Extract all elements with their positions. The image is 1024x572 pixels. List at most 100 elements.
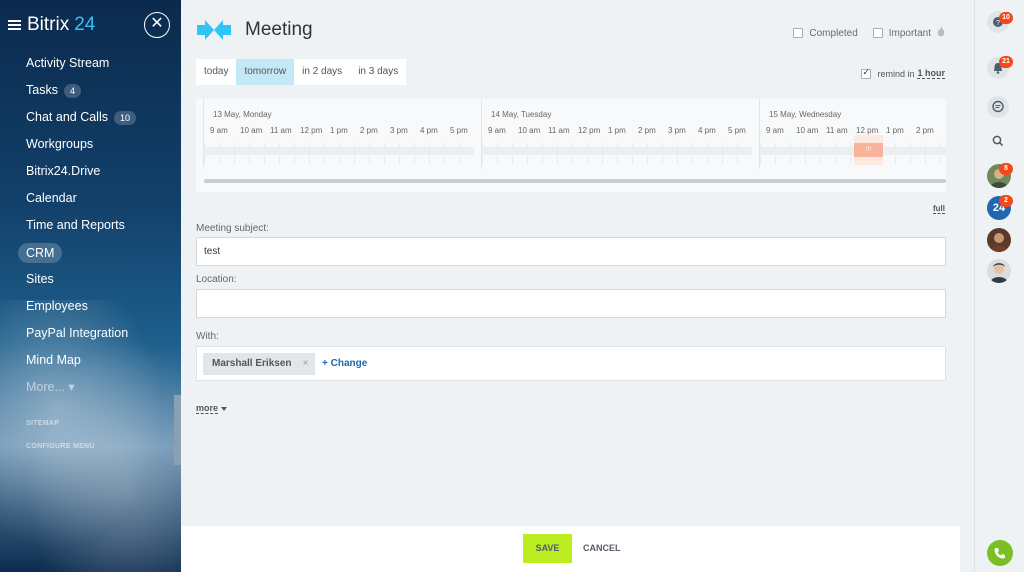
hour-label: 11 am	[270, 126, 292, 135]
nav-item-label: More... ▾	[26, 380, 75, 394]
nav-item-sites[interactable]: Sites	[0, 266, 181, 293]
phone-icon	[994, 548, 1005, 559]
checkbox-icon[interactable]	[872, 28, 883, 38]
change-attendees-link[interactable]: + Change	[322, 358, 367, 369]
hour-label: 12 pm	[300, 126, 323, 135]
planner-hours: 9 am 10 am 11 am 12 pm 1 pm 2 pm 3 pm 4 …	[488, 126, 758, 135]
hamburger-icon[interactable]	[8, 20, 21, 30]
search-button[interactable]	[987, 130, 1009, 152]
nav-item-label: Employees	[26, 299, 88, 313]
tab-in-3-days[interactable]: in 3 days	[350, 59, 406, 85]
nav-item-label: Activity Stream	[26, 56, 110, 70]
nav-item-activity-stream[interactable]: Activity Stream	[0, 50, 181, 77]
important-checkbox[interactable]: Important	[872, 26, 945, 40]
attendee-chip: Marshall Eriksen ×	[203, 353, 316, 375]
nav-item-counter: 4	[63, 83, 81, 98]
task-flags: Completed Important	[778, 26, 945, 40]
attendee-name: Marshall Eriksen	[212, 358, 292, 369]
tab-in-2-days[interactable]: in 2 days	[294, 59, 350, 85]
hour-label: 3 pm	[668, 126, 686, 135]
nav-item-time-and-reports[interactable]: Time and Reports	[0, 212, 181, 239]
completed-label: Completed	[809, 27, 858, 39]
hour-label: 5 pm	[450, 126, 468, 135]
hour-label: 1 pm	[608, 126, 626, 135]
user-avatar-image	[987, 228, 1011, 252]
with-label: With:	[196, 331, 219, 342]
sitemap-link[interactable]: SITEMAP	[26, 420, 59, 427]
form-footer: SAVE CANCEL	[181, 526, 960, 572]
attendees-field: Marshall Eriksen × + Change	[196, 346, 946, 381]
hour-label: 2 pm	[916, 126, 934, 135]
nav-item-calendar[interactable]: Calendar	[0, 185, 181, 212]
nav-item-crm[interactable]: CRM	[0, 239, 181, 266]
nav-item-label: Workgroups	[26, 137, 94, 151]
nav-item-counter: 10	[114, 110, 137, 125]
search-icon	[992, 135, 1004, 147]
nav-item-employees[interactable]: Employees	[0, 293, 181, 320]
nav-item-drive[interactable]: Bitrix24.Drive	[0, 158, 181, 185]
nav-item-chat-and-calls[interactable]: Chat and Calls 10	[0, 104, 181, 131]
nav-item-tasks[interactable]: Tasks 4	[0, 77, 181, 104]
nav-item-label: Tasks	[26, 83, 58, 97]
important-label: Important	[888, 27, 931, 39]
planner-grid[interactable]	[482, 143, 752, 164]
remove-attendee-icon[interactable]: ×	[303, 353, 309, 375]
remind-checkbox[interactable]	[861, 67, 872, 79]
avatar[interactable]	[987, 228, 1011, 252]
planner-day-label: 14 May, Tuesday	[491, 110, 552, 119]
right-toolbar: ? 10 21 8 24 2	[960, 0, 1024, 572]
subject-label: Meeting subject:	[196, 223, 269, 234]
notifications-badge: 21	[999, 56, 1013, 68]
hour-label: 9 am	[766, 126, 784, 135]
messenger-button[interactable]	[987, 96, 1009, 118]
hour-label: 4 pm	[698, 126, 716, 135]
nav-item-workgroups[interactable]: Workgroups	[0, 131, 181, 158]
save-button[interactable]: SAVE	[523, 534, 572, 563]
planner-hours: 9 am 10 am 11 am 12 pm 1 pm 2 pm 3	[766, 126, 946, 135]
subject-input[interactable]: test	[196, 237, 946, 266]
cancel-button[interactable]: CANCEL	[583, 534, 621, 563]
hour-label: 2 pm	[360, 126, 378, 135]
page-title: Meeting	[245, 19, 313, 40]
brand-logo[interactable]: Bitrix 24	[8, 14, 95, 36]
hour-label: 1 pm	[886, 126, 904, 135]
location-label: Location:	[196, 274, 237, 285]
nav-item-more[interactable]: More... ▾	[0, 374, 181, 401]
remind-label: remind in	[877, 68, 915, 79]
planner-day-column: 14 May, Tuesday 9 am 10 am 11 am 12 pm 1…	[481, 99, 752, 169]
hour-label: 4 pm	[420, 126, 438, 135]
planner-grid[interactable]	[760, 143, 946, 164]
more-options-link[interactable]: more	[196, 403, 227, 414]
fire-icon	[937, 26, 945, 40]
hour-label: 1 pm	[330, 126, 348, 135]
nav-item-label: Sites	[26, 272, 54, 286]
call-button[interactable]	[987, 540, 1013, 566]
checkbox-icon[interactable]	[793, 28, 804, 38]
hour-label: 12 pm	[856, 126, 879, 135]
location-input[interactable]	[196, 289, 946, 318]
title-row: Meeting	[195, 18, 313, 42]
avatar-badge: 2	[999, 195, 1013, 207]
date-quick-tabs: today tomorrow in 2 days in 3 days	[196, 59, 407, 85]
configure-menu-link[interactable]: CONFIGURE MENU	[26, 443, 95, 450]
meeting-icon	[195, 18, 233, 42]
tab-today[interactable]: today	[196, 59, 236, 85]
nav-scrollbar[interactable]	[174, 395, 181, 465]
planner-grid[interactable]	[204, 143, 474, 164]
hour-label: 2 pm	[638, 126, 656, 135]
close-slider-button[interactable]: ✕	[144, 12, 170, 38]
planner-full-link[interactable]: full	[933, 204, 945, 214]
completed-checkbox[interactable]: Completed	[793, 27, 858, 39]
nav-item-paypal-integration[interactable]: PayPal Integration	[0, 320, 181, 347]
remind-interval-selector[interactable]: 1 hour	[917, 68, 945, 79]
hour-label: 9 am	[210, 126, 228, 135]
nav-item-mind-map[interactable]: Mind Map	[0, 347, 181, 374]
tab-tomorrow[interactable]: tomorrow	[236, 59, 295, 85]
nav-item-label: Calendar	[26, 191, 77, 205]
avatar[interactable]	[987, 259, 1011, 283]
planner-scrollbar[interactable]	[204, 179, 946, 183]
hour-label: 9 am	[488, 126, 506, 135]
hour-label: 10 am	[796, 126, 819, 135]
nav-item-label: Time and Reports	[26, 218, 125, 232]
selected-slot-marker[interactable]: !!!	[854, 143, 883, 157]
